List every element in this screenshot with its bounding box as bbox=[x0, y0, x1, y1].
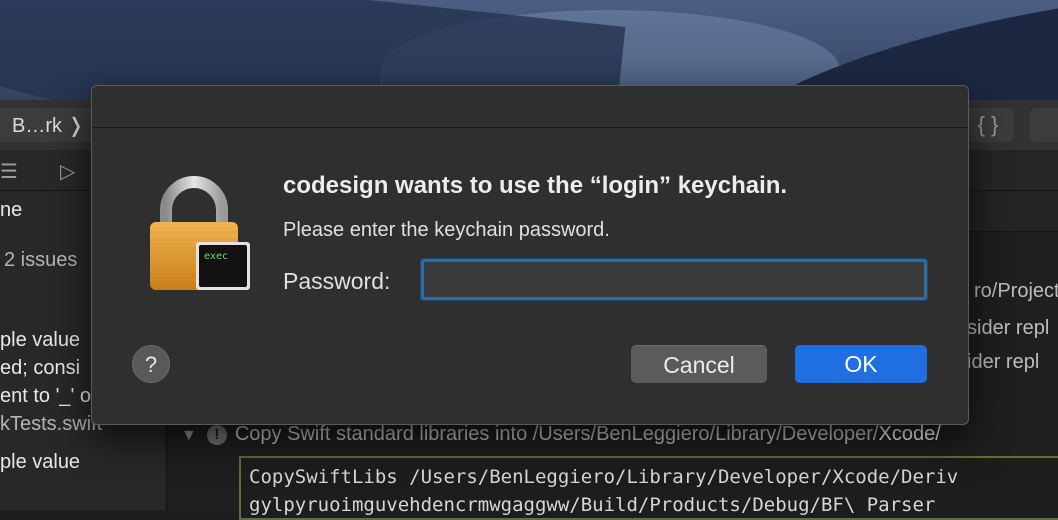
disclosure-triangle-icon[interactable]: ▼ bbox=[181, 427, 197, 444]
build-step-text: Copy Swift standard libraries into /User… bbox=[234, 423, 879, 445]
warning-icon: ! bbox=[206, 425, 227, 445]
scheme-selector[interactable]: B…rk ❭ bbox=[0, 108, 95, 142]
ok-button[interactable]: OK bbox=[795, 345, 927, 383]
issues-count[interactable]: 2 issues bbox=[4, 249, 77, 272]
dialog-message: Please enter the keychain password. bbox=[283, 219, 610, 241]
console-line: CopySwiftLibs /Users/BenLeggiero/Library… bbox=[249, 466, 959, 488]
password-label: Password: bbox=[283, 268, 391, 294]
exec-badge-text: exec bbox=[204, 251, 228, 262]
log-fragment: ider repl bbox=[967, 351, 1040, 373]
issue-item[interactable]: ple value bbox=[0, 329, 80, 352]
list-icon[interactable]: ☰ bbox=[0, 159, 18, 184]
log-fragment: ro/Project bbox=[974, 280, 1058, 302]
toolbar-right-button[interactable] bbox=[1030, 108, 1058, 142]
issue-item[interactable]: ple value bbox=[0, 451, 80, 474]
build-step-row[interactable]: ▼! Copy Swift standard libraries into /Us… bbox=[181, 423, 941, 446]
code-review-button[interactable]: { } bbox=[962, 108, 1014, 142]
build-step-highlight: Xcode/ bbox=[878, 423, 941, 445]
navigator-line[interactable]: ne bbox=[0, 199, 22, 222]
log-fragment: sider repl bbox=[967, 317, 1050, 339]
lock-exec-icon: exec bbox=[150, 176, 250, 290]
file-item[interactable]: kTests.swift bbox=[0, 413, 102, 436]
tag-icon[interactable]: ▷ bbox=[60, 159, 75, 184]
issue-item[interactable]: ed; consi bbox=[0, 357, 80, 380]
help-button[interactable]: ? bbox=[132, 345, 170, 383]
cancel-button[interactable]: Cancel bbox=[631, 345, 767, 383]
console-line: gylpyruoimguvehdencrmwgaggww/Build/Produ… bbox=[249, 494, 936, 516]
scheme-label: B…rk ❭ bbox=[12, 115, 85, 137]
build-command-output: CopySwiftLibs /Users/BenLeggiero/Library… bbox=[239, 456, 1058, 520]
dialog-title: codesign wants to use the “login” keycha… bbox=[283, 172, 788, 199]
dialog-titlebar bbox=[92, 86, 968, 128]
password-field[interactable] bbox=[421, 259, 927, 300]
keychain-password-dialog: exec codesign wants to use the “login” k… bbox=[91, 85, 969, 425]
